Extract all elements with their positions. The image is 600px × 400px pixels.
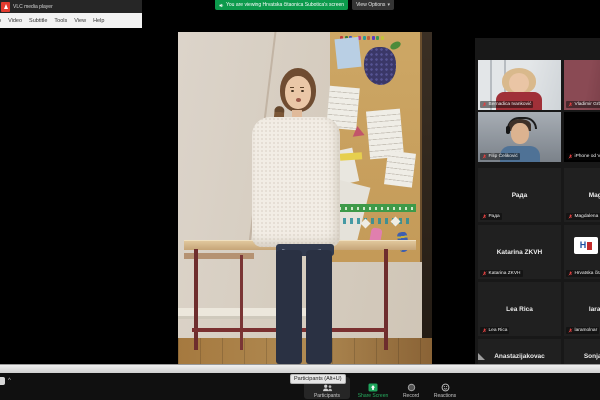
participant-name-label: Magdalena bbox=[566, 213, 600, 220]
audio-icon bbox=[0, 377, 5, 385]
organization-logo: H bbox=[574, 237, 598, 254]
vlc-window-title: VLC media player bbox=[13, 3, 53, 10]
shared-screen-video bbox=[178, 32, 432, 364]
muted-mic-icon bbox=[482, 154, 487, 159]
vlc-titlebar: VLC media player bbox=[0, 0, 142, 13]
vlc-menubar: Audio Video Subtitle Tools View Help bbox=[0, 13, 142, 28]
speaker-icon bbox=[219, 3, 224, 7]
vlc-menu-tools: Tools bbox=[54, 17, 68, 24]
video-tile-iphone[interactable]: iPhone od Ve bbox=[564, 112, 600, 162]
participant-display-name: Sonja Konkolj bbox=[583, 353, 600, 360]
muted-mic-icon bbox=[482, 328, 487, 333]
participant-name-label: Рада bbox=[480, 213, 502, 220]
logo-red-mark bbox=[587, 241, 593, 250]
view-options-label: View Options bbox=[356, 2, 386, 8]
white-paper bbox=[384, 150, 416, 188]
muted-mic-icon bbox=[568, 102, 573, 107]
panel-resize-handle[interactable] bbox=[478, 353, 485, 360]
bulletin-board-edge bbox=[422, 32, 432, 342]
jeans bbox=[276, 244, 334, 364]
zoom-meeting-window: VLC media player Audio Video Subtitle To… bbox=[0, 0, 600, 400]
girl-presenting bbox=[242, 62, 352, 364]
video-tile-bernadica[interactable]: Bernadica Ivanković bbox=[478, 60, 561, 110]
white-fluffy-sweater bbox=[252, 117, 340, 247]
vlc-menu-view: View bbox=[74, 17, 87, 24]
chevron-down-icon bbox=[387, 2, 390, 8]
participant-display-name: Anastazijakovac bbox=[494, 353, 545, 360]
muted-mic-icon bbox=[568, 271, 573, 276]
view-options-button[interactable]: View Options bbox=[352, 0, 394, 10]
participant-name-label: Bernadica Ivanković bbox=[480, 101, 534, 108]
participant-name-label: Katarina ZKVH bbox=[480, 270, 523, 277]
participants-tooltip: Participants (Alt+U) bbox=[290, 374, 346, 384]
chevron-up-icon: ^ bbox=[8, 378, 11, 384]
muted-mic-icon bbox=[568, 214, 573, 219]
vlc-cone-icon bbox=[1, 1, 10, 12]
record-icon bbox=[407, 383, 415, 391]
desk-leg bbox=[384, 249, 388, 350]
screen-share-banner: You are viewing Hrvatska čitaonica Subot… bbox=[215, 0, 394, 10]
name-tile-lea-rica[interactable]: Lea Rica Lea Rica bbox=[478, 282, 561, 336]
head bbox=[280, 68, 316, 112]
video-tile-vladimir[interactable]: Vladimir Grb bbox=[564, 60, 600, 110]
name-tile-rada[interactable]: Рада Рада bbox=[478, 168, 561, 222]
name-tile-anastazijakovac[interactable]: Anastazijakovac Anastazijakovac bbox=[478, 339, 561, 364]
share-banner-text: You are viewing Hrvatska čitaonica Subot… bbox=[226, 2, 345, 8]
participant-name-label: iPhone od Ve bbox=[566, 153, 600, 160]
name-tile-magdalena[interactable]: Magdalena Magdalena bbox=[564, 168, 600, 222]
participant-name-label: Lea Rica bbox=[480, 327, 510, 334]
name-tile-sonja[interactable]: Sonja Konkolj Sonja Konkolj bbox=[564, 339, 600, 364]
face bbox=[285, 76, 311, 109]
join-audio-button-partial[interactable]: ^ bbox=[0, 377, 11, 385]
name-tile-laramolnar[interactable]: laramolnar laramolnar bbox=[564, 282, 600, 336]
participant-name-label: Filip Čeliković bbox=[480, 153, 520, 160]
vlc-menu-help: Help bbox=[93, 17, 105, 24]
muted-mic-icon bbox=[482, 214, 487, 219]
name-tile-katarina[interactable]: Katarina ZKVH Katarina ZKVH bbox=[478, 225, 561, 279]
participant-name-label: Vladimir Grb bbox=[566, 101, 600, 108]
paper-grapes bbox=[364, 47, 396, 85]
reactions-smiley-icon bbox=[441, 383, 449, 391]
vlc-menu-audio: Audio bbox=[0, 18, 1, 24]
desk-leg bbox=[194, 249, 198, 350]
share-banner-pill: You are viewing Hrvatska čitaonica Subot… bbox=[215, 0, 349, 10]
muted-mic-icon bbox=[568, 154, 573, 159]
meeting-toolbar: ^ Participants (Alt+U) Participants Shar… bbox=[0, 373, 600, 400]
reactions-button[interactable]: Reactions bbox=[422, 377, 468, 399]
muted-mic-icon bbox=[482, 271, 487, 276]
participants-video-panel: Bernadica Ivanković Vladimir Grb Filip Č… bbox=[475, 38, 600, 364]
muted-mic-icon bbox=[482, 102, 487, 107]
pink-drawing bbox=[351, 125, 365, 137]
muted-mic-icon bbox=[568, 328, 573, 333]
participant-name-label: laramolnar bbox=[566, 327, 600, 334]
video-tile-filip[interactable]: Filip Čeliković bbox=[478, 112, 561, 162]
vlc-menu-subtitle: Subtitle bbox=[29, 17, 48, 24]
name-tile-hrvatska-citaonica[interactable]: H Hrvatska čitaonica bbox=[564, 225, 600, 279]
participant-name-label: Hrvatska čitaonica bbox=[566, 270, 600, 277]
share-screen-icon bbox=[368, 383, 378, 391]
vlc-menu-video: Video bbox=[8, 17, 23, 24]
participants-icon bbox=[322, 384, 332, 391]
